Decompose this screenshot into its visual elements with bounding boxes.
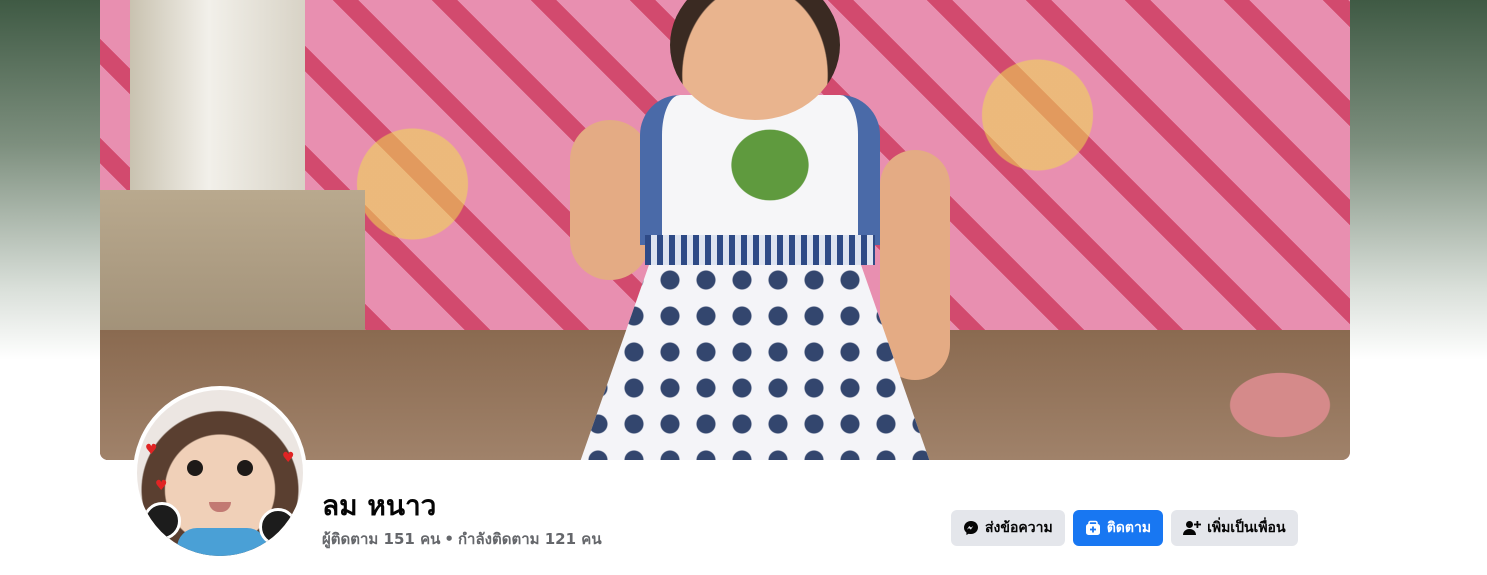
- cover-child: [570, 0, 950, 460]
- avatar: ♥ ♥ ♥: [137, 390, 303, 556]
- message-button[interactable]: ส่งข้อความ: [951, 510, 1065, 546]
- separator-dot: •: [444, 530, 454, 548]
- child-waist: [645, 235, 875, 265]
- child-arm-left: [570, 120, 650, 280]
- heart-icon: ♥: [155, 478, 168, 494]
- followers-count[interactable]: ผู้ติดตาม 151 คน: [322, 530, 440, 548]
- child-skirt: [580, 262, 930, 460]
- heart-icon: ♥: [282, 450, 295, 466]
- follow-icon: [1085, 520, 1101, 536]
- add-friend-button[interactable]: เพิ่มเป็นเพื่อน: [1171, 510, 1298, 546]
- add-friend-button-label: เพิ่มเป็นเพื่อน: [1207, 520, 1286, 536]
- mouse-sticker-icon: [143, 502, 181, 540]
- mouse-sticker-icon: [259, 508, 297, 546]
- profile-actions: ส่งข้อความ ติดตาม เพิ่มเป็นเพื่อน: [951, 510, 1298, 546]
- following-count[interactable]: กำลังติดตาม 121 คน: [458, 530, 602, 548]
- child-arm-right: [880, 150, 950, 380]
- cover-photo[interactable]: [100, 0, 1350, 460]
- messenger-icon: [963, 520, 979, 536]
- cover-foot: [1210, 360, 1350, 450]
- avatar-shirt: [177, 528, 267, 556]
- follow-button[interactable]: ติดตาม: [1072, 510, 1164, 546]
- follow-stats: ผู้ติดตาม 151 คน • กำลังติดตาม 121 คน: [322, 527, 602, 551]
- add-friend-icon: [1183, 520, 1202, 536]
- avatar-mouth: [209, 502, 231, 512]
- avatar-eye-left: [187, 460, 203, 476]
- heart-icon: ♥: [145, 442, 158, 458]
- profile-picture[interactable]: ♥ ♥ ♥: [133, 386, 307, 560]
- avatar-eye-right: [237, 460, 253, 476]
- cover-leaf: [710, 110, 830, 220]
- profile-name: ลม หนาว: [322, 489, 437, 522]
- follow-button-label: ติดตาม: [1106, 520, 1152, 536]
- message-button-label: ส่งข้อความ: [985, 520, 1053, 536]
